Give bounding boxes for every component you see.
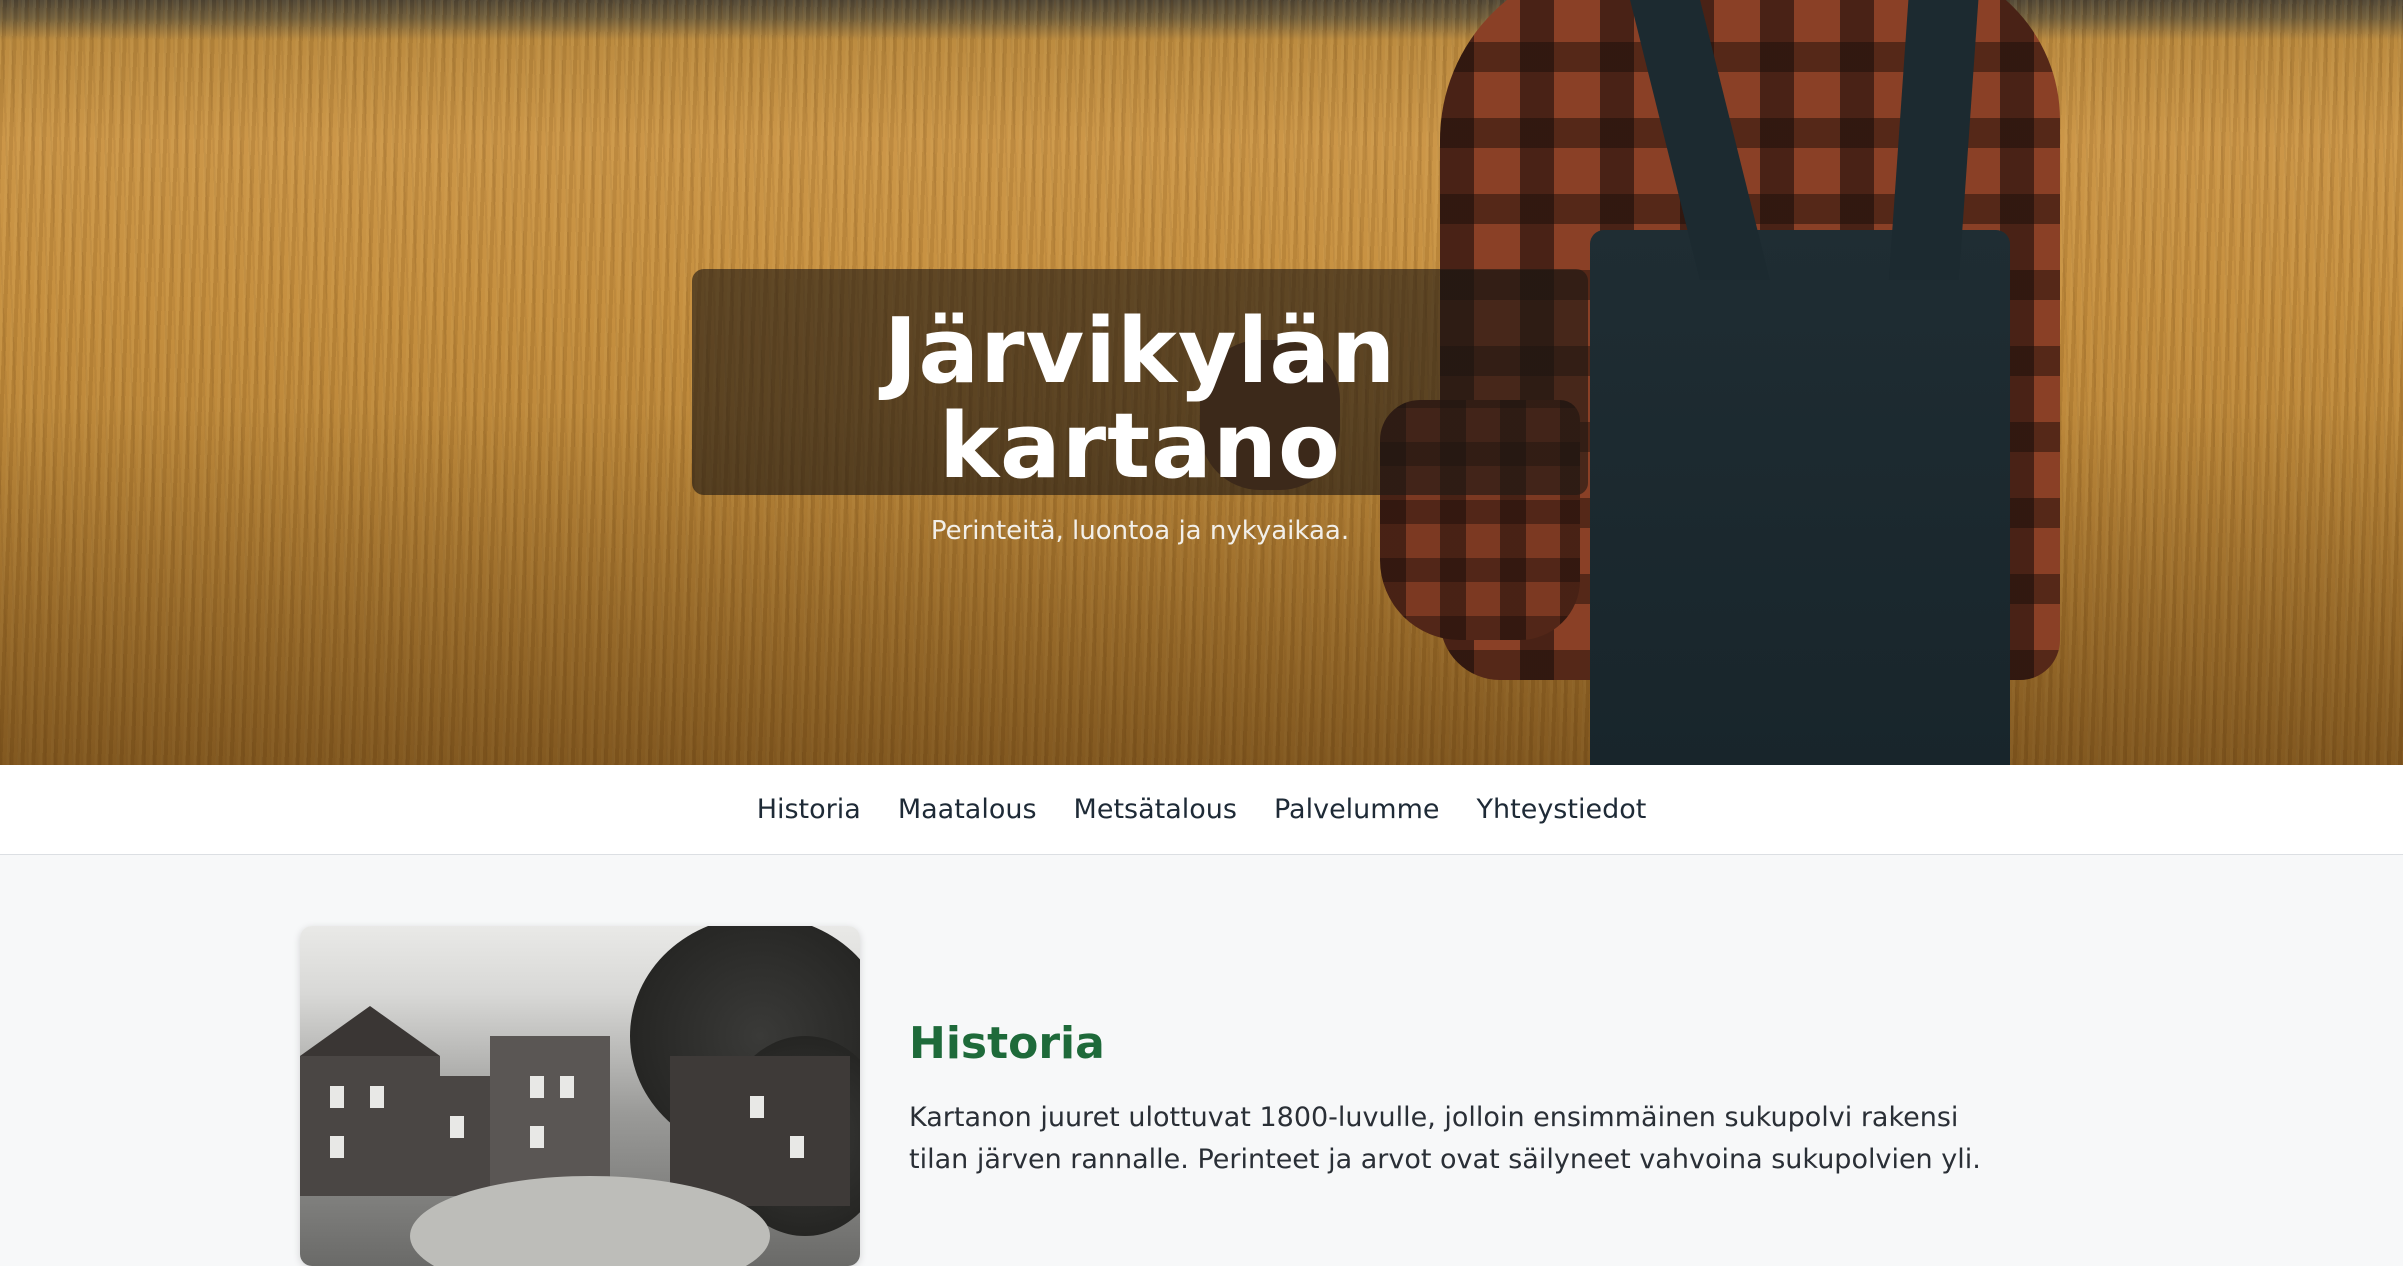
nav-link-historia[interactable]: Historia bbox=[757, 794, 861, 825]
nav-link-metsatalous[interactable]: Metsätalous bbox=[1074, 794, 1237, 825]
nav-link-palvelumme[interactable]: Palvelumme bbox=[1274, 794, 1440, 825]
history-body: Kartanon juuret ulottuvat 1800-luvulle, … bbox=[909, 1102, 1981, 1175]
site-tagline: Perinteitä, luontoa ja nykyaikaa. bbox=[930, 516, 1350, 546]
main-nav: Historia Maatalous Metsätalous Palvelumm… bbox=[0, 765, 2403, 855]
site-title: Järvikylän kartano bbox=[883, 299, 1397, 499]
hero-banner: Järvikylän kartano Perinteitä, luontoa j… bbox=[0, 0, 2403, 765]
nav-link-yhteystiedot[interactable]: Yhteystiedot bbox=[1477, 794, 1647, 825]
history-text: Historia Kartanon juuret ulottuvat 1800-… bbox=[909, 855, 2009, 1181]
history-section: Historia Kartanon juuret ulottuvat 1800-… bbox=[0, 855, 2403, 1266]
historic-manor-photo bbox=[300, 926, 860, 1266]
history-heading: Historia bbox=[909, 1018, 1105, 1069]
hero-title-box: Järvikylän kartano Perinteitä, luontoa j… bbox=[692, 269, 1588, 546]
nav-link-maatalous[interactable]: Maatalous bbox=[898, 794, 1037, 825]
